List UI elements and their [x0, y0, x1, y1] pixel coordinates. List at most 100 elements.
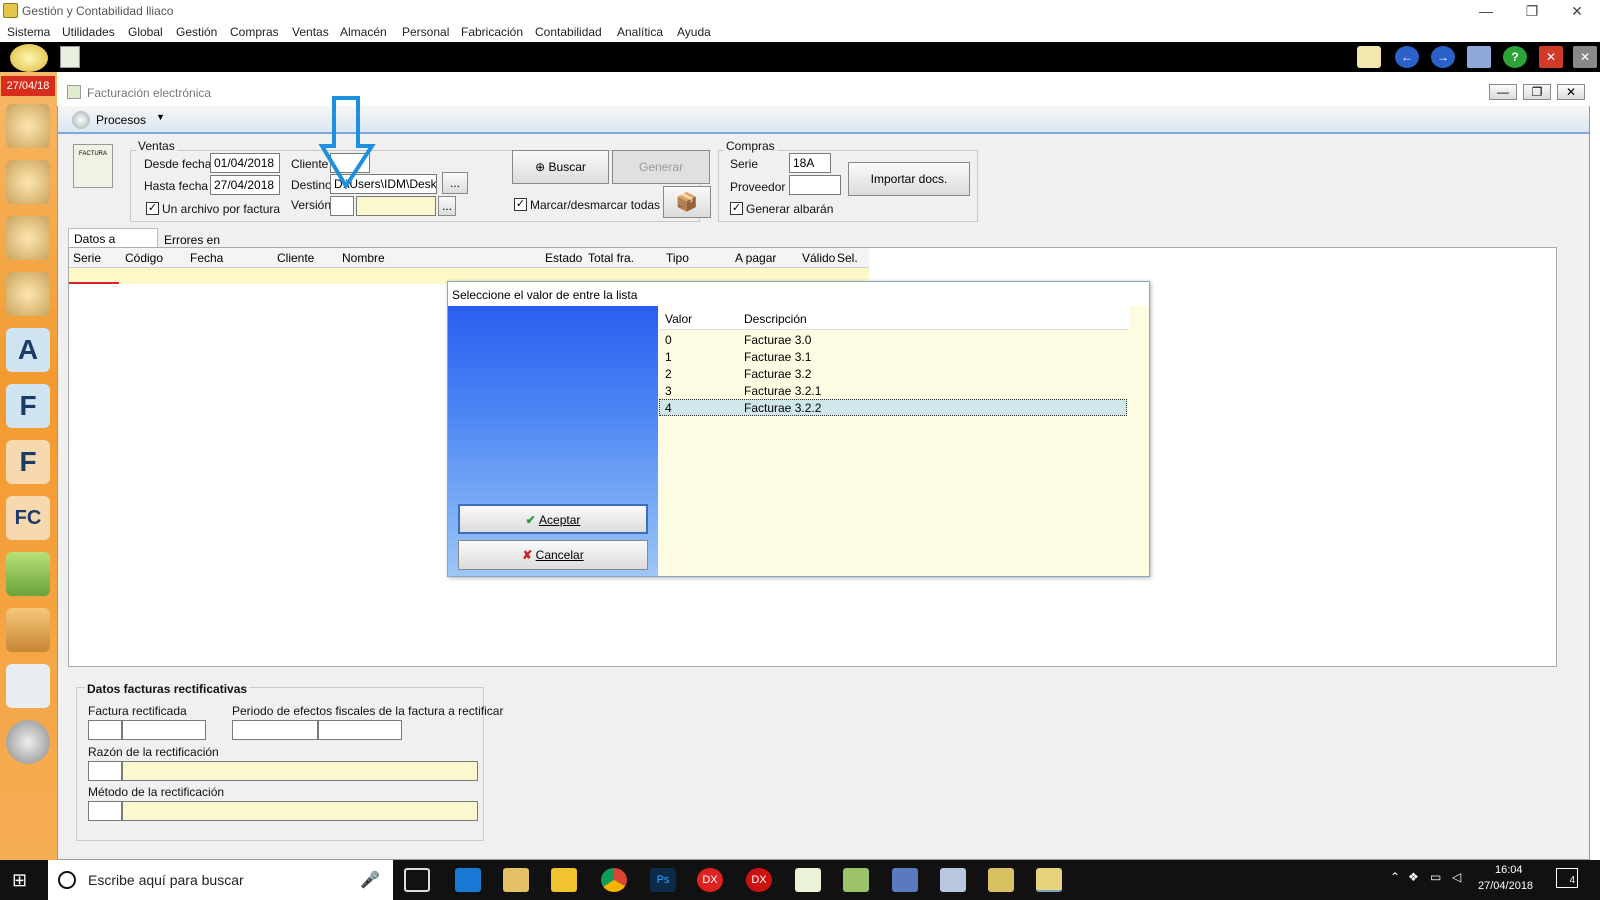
photoshop-icon[interactable]: Ps [650, 868, 676, 892]
orange-bag-icon[interactable] [6, 608, 50, 652]
dx-icon[interactable]: DX [697, 868, 723, 892]
chevron-down-icon[interactable]: ▼ [156, 112, 165, 122]
mail-app-icon[interactable] [503, 868, 529, 892]
list-item[interactable]: 2 Facturae 3.2 [659, 365, 1129, 382]
generar-button[interactable]: Generar [612, 150, 710, 184]
package-app-icon[interactable] [843, 868, 869, 892]
forward-arrow-icon[interactable]: → [1431, 46, 1455, 68]
un-archivo-checkbox[interactable]: ✓ [146, 202, 159, 215]
file-explorer-icon[interactable] [551, 868, 577, 892]
col-valido[interactable]: Válido [802, 251, 835, 265]
cancelar-button[interactable]: ✘ Cancelar [458, 540, 648, 570]
col-total[interactable]: Total fra. [588, 251, 634, 265]
metodo-code-input[interactable] [88, 801, 122, 821]
generar-albaran-checkbox[interactable]: ✓ [730, 202, 743, 215]
green-bag-icon[interactable] [6, 552, 50, 596]
col-serie[interactable]: Serie [73, 251, 101, 265]
razon-code-input[interactable] [88, 761, 122, 781]
tray-date[interactable]: 27/04/2018 [1478, 880, 1533, 892]
menu-analitica[interactable]: Analítica [617, 25, 663, 39]
list-item[interactable]: 0 Facturae 3.0 [659, 331, 1129, 348]
windows-start-icon[interactable]: ⊞ [12, 870, 27, 891]
mail-icon[interactable] [1357, 46, 1381, 68]
col-nombre[interactable]: Nombre [342, 251, 385, 265]
chrome-icon[interactable] [601, 868, 627, 892]
window-minimize-button[interactable]: — [1489, 84, 1517, 100]
serie-input[interactable]: 18A [789, 153, 831, 173]
col-sel[interactable]: Sel. [837, 251, 858, 265]
app-taskbar-icon[interactable] [988, 868, 1014, 892]
window-close-button[interactable]: ✕ [1557, 84, 1585, 100]
task-view-icon[interactable] [404, 868, 430, 892]
edge-icon[interactable] [455, 868, 481, 892]
user-a-icon[interactable] [6, 272, 50, 316]
destino-browse-button[interactable]: ... [442, 172, 468, 194]
help-icon[interactable]: ? [1503, 46, 1527, 68]
taskbar-search[interactable]: Escribe aquí para buscar 🎤 [48, 860, 393, 900]
importar-docs-button[interactable]: Importar docs. [848, 162, 970, 196]
menu-personal[interactable]: Personal [402, 25, 449, 39]
sidebar-f2-icon[interactable]: F [6, 440, 50, 484]
menu-compras[interactable]: Compras [230, 25, 279, 39]
menu-utilidades[interactable]: Utilidades [62, 25, 115, 39]
close-all-icon[interactable]: ✕ [1573, 46, 1597, 68]
sidebar-f-icon[interactable]: F [6, 384, 50, 428]
active-app-icon[interactable] [1036, 868, 1062, 892]
menu-fabricacion[interactable]: Fabricación [461, 25, 523, 39]
microphone-icon[interactable]: 🎤 [360, 870, 380, 890]
proveedor-input[interactable] [789, 175, 841, 195]
document-icon[interactable] [60, 46, 80, 68]
tray-chevron-icon[interactable]: ⌃ [1390, 870, 1400, 884]
col-cliente[interactable]: Cliente [277, 251, 314, 265]
volume-icon[interactable]: ◁ [1452, 870, 1461, 884]
version-browse-button[interactable]: ... [438, 196, 456, 216]
window-restore-button[interactable]: ❐ [1523, 84, 1551, 100]
list-item[interactable]: 3 Facturae 3.2.1 [659, 382, 1129, 399]
notepad-icon[interactable] [795, 868, 821, 892]
version-input[interactable] [330, 196, 354, 216]
col-codigo[interactable]: Código [125, 251, 163, 265]
clock-app-icon[interactable] [940, 868, 966, 892]
menu-global[interactable]: Global [128, 25, 163, 39]
disc-tool-icon[interactable] [6, 720, 50, 764]
sidebar-fc-icon[interactable]: FC [6, 496, 50, 540]
menu-almacen[interactable]: Almacén [340, 25, 387, 39]
menu-contabilidad[interactable]: Contabilidad [535, 25, 602, 39]
ledger-icon[interactable] [6, 664, 50, 708]
user-icon[interactable] [6, 160, 50, 204]
computer-icon[interactable] [892, 868, 918, 892]
network-icon[interactable]: ▭ [1430, 870, 1441, 884]
exit-icon[interactable]: ✕ [1539, 46, 1563, 68]
factura-numero-input[interactable] [122, 720, 206, 740]
list-item-selected[interactable]: 4 Facturae 3.2.2 [659, 399, 1127, 416]
user-p-icon[interactable] [6, 216, 50, 260]
package-button[interactable]: 📦 [663, 186, 711, 218]
home-orb-icon[interactable] [10, 44, 48, 72]
menu-ventas[interactable]: Ventas [292, 25, 329, 39]
dropbox-icon[interactable]: ❖ [1408, 870, 1419, 884]
windows-list-icon[interactable] [1467, 46, 1491, 68]
periodo-desde-input[interactable] [232, 720, 318, 740]
marcar-checkbox[interactable]: ✓ [514, 198, 527, 211]
dx2-icon[interactable]: DX [746, 868, 772, 892]
buscar-button[interactable]: ⊕ Buscar [512, 150, 609, 184]
desde-fecha-input[interactable]: 01/04/2018 [210, 153, 280, 173]
menu-sistema[interactable]: Sistema [7, 25, 50, 39]
maximize-button[interactable]: ❐ [1509, 0, 1555, 22]
back-arrow-icon[interactable]: ← [1395, 46, 1419, 68]
minimize-button[interactable]: — [1463, 0, 1509, 22]
sidebar-a-icon[interactable]: A [6, 328, 50, 372]
users-icon[interactable] [6, 104, 50, 148]
col-tipo[interactable]: Tipo [666, 251, 689, 265]
tab-errores-importacion[interactable]: Errores en importación [160, 231, 272, 261]
col-fecha[interactable]: Fecha [190, 251, 223, 265]
factura-serie-input[interactable] [88, 720, 122, 740]
aceptar-button[interactable]: ✔ Aceptar [458, 504, 648, 534]
list-item[interactable]: 1 Facturae 3.1 [659, 348, 1129, 365]
close-button[interactable]: ✕ [1554, 0, 1600, 22]
tray-time[interactable]: 16:04 [1495, 864, 1523, 876]
col-apagar[interactable]: A pagar [735, 251, 776, 265]
col-estado[interactable]: Estado [545, 251, 582, 265]
periodo-hasta-input[interactable] [318, 720, 402, 740]
hasta-fecha-input[interactable]: 27/04/2018 [210, 175, 280, 195]
